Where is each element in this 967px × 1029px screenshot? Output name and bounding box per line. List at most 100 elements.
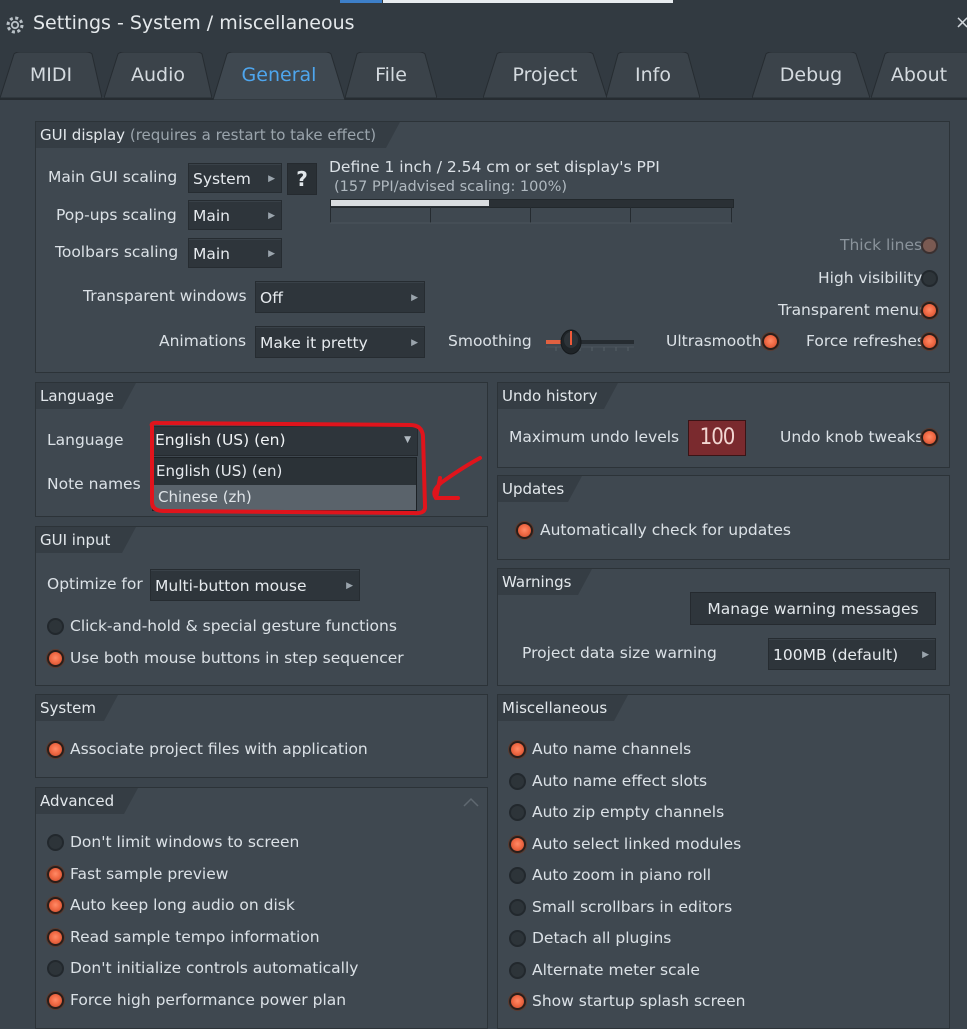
panel-header-tab — [386, 122, 400, 148]
advanced-option-radio[interactable] — [47, 865, 64, 883]
panel-subtitle: (requires a restart to take effect) — [129, 126, 377, 144]
gear-icon[interactable] — [4, 14, 26, 36]
popups-scaling-label: Pop-ups scaling — [56, 206, 177, 224]
panel-header: Advanced — [36, 788, 124, 814]
panel-header-tab — [604, 383, 618, 409]
updates-panel: Updates Automatically check for updates — [497, 475, 950, 560]
transparent-menus-label: Transparent menus — [778, 301, 928, 319]
misc-option-radio[interactable] — [509, 898, 526, 916]
annotation-highlight — [149, 420, 482, 516]
optimize-dropdown[interactable]: Multi-button mouse ▶ — [150, 569, 360, 601]
advanced-option-radio[interactable] — [47, 834, 64, 851]
panel-header-tab — [568, 476, 582, 502]
misc-option-label: Auto select linked modules — [532, 834, 742, 853]
associate-label: Associate project files with application — [70, 740, 368, 758]
click-hold-label: Click-and-hold & special gesture functio… — [70, 617, 397, 635]
high-visibility-radio[interactable] — [921, 270, 938, 287]
tab-label: File — [375, 64, 407, 86]
misc-option-label: Auto name channels — [532, 740, 692, 758]
force-refreshes-radio[interactable] — [921, 333, 938, 350]
misc-option-radio[interactable] — [509, 930, 526, 947]
slider-knob[interactable] — [560, 327, 582, 357]
dropdown-value: Make it pretty — [260, 334, 368, 352]
help-button[interactable]: ? — [287, 163, 317, 195]
tab-project[interactable]: Project — [483, 52, 607, 98]
tab-info[interactable]: Info — [606, 52, 700, 98]
max-undo-value[interactable]: 100 — [688, 420, 746, 456]
window-title: Settings - System / miscellaneous — [33, 12, 355, 34]
dropdown-value: 100MB (default) — [773, 646, 899, 664]
panel-header: Language — [36, 383, 122, 409]
smoothing-slider[interactable] — [544, 327, 636, 357]
both-buttons-radio[interactable] — [47, 650, 64, 667]
advanced-option-label: Fast sample preview — [70, 864, 229, 883]
panel-title: GUI display — [40, 126, 126, 144]
transparent-menus-radio[interactable] — [921, 302, 938, 319]
data-size-dropdown[interactable]: 100MB (default) ▶ — [768, 638, 936, 670]
auto-update-label: Automatically check for updates — [540, 521, 791, 539]
tab-label: About — [890, 64, 948, 86]
dropdown-value: System — [193, 170, 251, 188]
main-scaling-dropdown[interactable]: System ▶ — [188, 163, 282, 193]
animations-dropdown[interactable]: Make it pretty ▶ — [255, 326, 425, 358]
auto-update-radio[interactable] — [516, 522, 533, 539]
tab-about[interactable]: About — [871, 52, 967, 98]
advanced-option-label: Auto keep long audio on disk — [70, 896, 295, 914]
panel-header: Warnings — [498, 569, 578, 595]
misc-option-radio[interactable] — [509, 741, 526, 758]
language-label: Language — [47, 431, 124, 449]
misc-option-label: Auto name effect slots — [532, 771, 708, 790]
misc-option-radio[interactable] — [509, 835, 526, 853]
thick-lines-radio[interactable] — [921, 237, 938, 254]
close-icon[interactable]: × — [955, 12, 967, 33]
tab-audio[interactable]: Audio — [104, 52, 212, 98]
misc-option-label: Alternate meter scale — [532, 960, 700, 979]
misc-option-label: Auto zoom in piano roll — [532, 866, 712, 884]
advanced-panel: Advanced Don't limit windows to screen Fa… — [35, 787, 488, 1029]
advanced-option-label: Don't initialize controls automatically — [70, 959, 359, 977]
advanced-option-radio[interactable] — [47, 960, 64, 977]
warnings-panel: Warnings Manage warning messages Project… — [497, 568, 950, 686]
data-size-label: Project data size warning — [522, 644, 717, 662]
tab-general[interactable]: General — [213, 52, 345, 100]
panel-header: Miscellaneous — [498, 695, 614, 721]
click-hold-radio[interactable] — [47, 618, 64, 635]
advanced-option-radio[interactable] — [47, 991, 64, 1009]
tab-midi[interactable]: MIDI — [0, 52, 102, 98]
chevron-right-icon: ▶ — [268, 211, 275, 221]
tab-debug[interactable]: Debug — [752, 52, 870, 98]
misc-option-radio[interactable] — [509, 961, 526, 979]
optimize-label: Optimize for — [47, 575, 143, 593]
tab-file[interactable]: File — [345, 52, 437, 98]
gui-input-panel: GUI input Optimize for Multi-button mous… — [35, 526, 488, 686]
dropdown-value: Multi-button mouse — [155, 577, 307, 595]
chevron-right-icon: ▶ — [268, 174, 275, 184]
transparent-windows-dropdown[interactable]: Off ▶ — [255, 281, 425, 313]
undo-knob-radio[interactable] — [921, 429, 938, 446]
misc-option-radio[interactable] — [509, 867, 526, 884]
panel-header-tab — [104, 695, 118, 721]
advanced-option-label: Don't limit windows to screen — [70, 833, 300, 851]
ultrasmooth-radio[interactable] — [762, 333, 779, 350]
panel-header-tab — [124, 788, 138, 814]
manage-warnings-button[interactable]: Manage warning messages — [690, 592, 936, 625]
misc-option-radio[interactable] — [509, 993, 526, 1010]
popups-scaling-dropdown[interactable]: Main ▶ — [188, 200, 282, 230]
note-names-label: Note names — [47, 475, 141, 493]
ppi-ruler[interactable] — [330, 199, 734, 225]
misc-option-radio[interactable] — [509, 772, 526, 790]
toolbars-scaling-dropdown[interactable]: Main ▶ — [188, 238, 282, 268]
advanced-option-label: Force high performance power plan — [70, 990, 347, 1009]
advanced-option-radio[interactable] — [47, 928, 64, 946]
chevron-up-icon[interactable] — [463, 797, 479, 807]
advanced-option-label: Read sample tempo information — [70, 927, 320, 946]
associate-radio[interactable] — [47, 741, 64, 758]
panel-header-tab — [578, 569, 592, 595]
advanced-option-radio[interactable] — [47, 897, 64, 914]
both-buttons-label: Use both mouse buttons in step sequencer — [70, 649, 404, 667]
ppi-fill — [331, 200, 489, 206]
misc-option-radio[interactable] — [509, 804, 526, 821]
panel-header-tab — [614, 695, 628, 721]
chevron-right-icon: ▶ — [346, 581, 353, 591]
tab-label: General — [241, 64, 317, 86]
